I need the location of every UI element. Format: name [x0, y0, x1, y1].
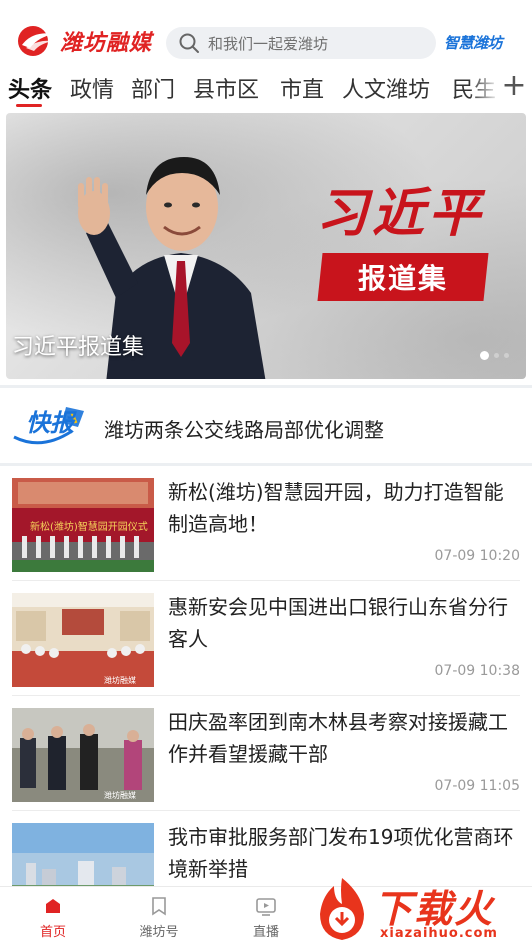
news-time: 07-09 10:38 — [434, 663, 520, 679]
carousel-indicator — [480, 351, 509, 360]
news-title: 田庆盈率团到南木林县考察对接援藏工作并看望援藏干部 — [168, 710, 508, 766]
carousel-dot-active — [480, 351, 489, 360]
channel-tabs: 头条 政情 部门 县市区 市直 人文潍坊 民生 + — [0, 66, 532, 110]
flash-news[interactable]: 快报 潍坊两条公交线路局部优化调整 — [0, 395, 532, 463]
banner-caption: 习近平报道集 — [12, 335, 145, 360]
news-time: 07-09 11:05 — [434, 778, 520, 794]
logo-mark-icon — [18, 26, 54, 56]
banner-title-block: 习近平 报道集 — [316, 171, 496, 311]
news-title: 惠新安会见中国进出口银行山东省分行客人 — [168, 595, 508, 651]
banner-ribbon: 报道集 — [317, 253, 489, 301]
home-icon — [46, 899, 60, 913]
section-divider — [0, 385, 532, 388]
banner-ribbon-text: 报道集 — [357, 262, 448, 295]
news-item[interactable]: 新松(潍坊)智慧园开园仪式 新松(潍坊)智慧园开园，助力打造智能制造高地！ 07… — [0, 466, 532, 580]
news-time: 07-09 10:20 — [434, 548, 520, 564]
search-placeholder: 和我们一起爱潍坊 — [208, 34, 329, 53]
flash-news-text[interactable]: 潍坊两条公交线路局部优化调整 — [104, 414, 384, 443]
tab-fade — [470, 66, 500, 110]
tab-politics[interactable]: 政情 — [70, 72, 114, 104]
tab-headlines[interactable]: 头条 — [8, 72, 52, 104]
flash-news-logo-icon: 快报 — [13, 407, 84, 445]
app-screen: 潍坊融媒 和我们一起爱潍坊 智慧潍坊 头条 政情 部门 县市区 市直 人文潍坊 … — [0, 0, 532, 946]
watermark-text: 下载火 — [374, 887, 495, 931]
active-tab-indicator — [16, 104, 42, 107]
nav-home[interactable]: 首页 — [13, 895, 93, 940]
flash-logo-text: 快报 — [26, 409, 77, 437]
nav-weifang-hao[interactable]: 潍坊号 — [119, 895, 199, 940]
tab-departments[interactable]: 部门 — [131, 72, 175, 104]
watermark-url: xiazaihuo.com — [380, 926, 498, 941]
news-item[interactable]: 潍坊融媒 田庆盈率团到南木林县考察对接援藏工作并看望援藏干部 07-09 11:… — [0, 696, 532, 810]
site-watermark: 下载火 xiazaihuo.com — [312, 876, 528, 944]
news-thumbnail: 新松(潍坊)智慧园开园仪式 — [12, 478, 154, 572]
smart-weifang-link[interactable]: 智慧潍坊 — [444, 32, 503, 53]
search-bar[interactable]: 和我们一起爱潍坊 — [166, 27, 436, 59]
logo-text: 潍坊融媒 — [60, 31, 153, 56]
tv-icon — [256, 898, 276, 916]
nav-label: 首页 — [39, 925, 66, 940]
carousel-dot — [504, 353, 509, 358]
thumb-stage-banner-text: 新松(潍坊)智慧园开园仪式 — [30, 520, 148, 533]
news-title: 新松(潍坊)智慧园开园，助力打造智能制造高地！ — [168, 480, 504, 536]
news-thumbnail: 潍坊融媒 — [12, 593, 154, 687]
nav-live[interactable]: 直播 — [226, 895, 306, 940]
carousel-dot — [494, 353, 499, 358]
top-header: 潍坊融媒 和我们一起爱潍坊 智慧潍坊 — [0, 0, 532, 66]
app-logo[interactable]: 潍坊融媒 — [16, 24, 152, 58]
bookmark-icon — [152, 897, 166, 916]
hero-banner[interactable]: 习近平 报道集 习近平报道集 — [6, 113, 526, 379]
tab-culture[interactable]: 人文潍坊 — [342, 72, 430, 104]
tab-counties[interactable]: 县市区 — [193, 72, 259, 104]
tab-city-direct[interactable]: 市直 — [280, 72, 324, 104]
thumb-tv-logo-text: 潍坊融媒 — [104, 790, 136, 800]
flame-logo-icon — [320, 878, 364, 940]
news-item[interactable]: 潍坊融媒 惠新安会见中国进出口银行山东省分行客人 07-09 10:38 — [0, 581, 532, 695]
search-icon — [179, 33, 199, 53]
banner-calligraphy: 习近平 — [316, 183, 485, 244]
nav-label: 潍坊号 — [139, 925, 179, 940]
news-thumbnail: 潍坊融媒 — [12, 708, 154, 802]
thumb-tv-logo-text: 潍坊融媒 — [104, 675, 136, 685]
nav-label: 直播 — [252, 925, 279, 940]
add-channel-icon[interactable]: + — [500, 71, 528, 102]
